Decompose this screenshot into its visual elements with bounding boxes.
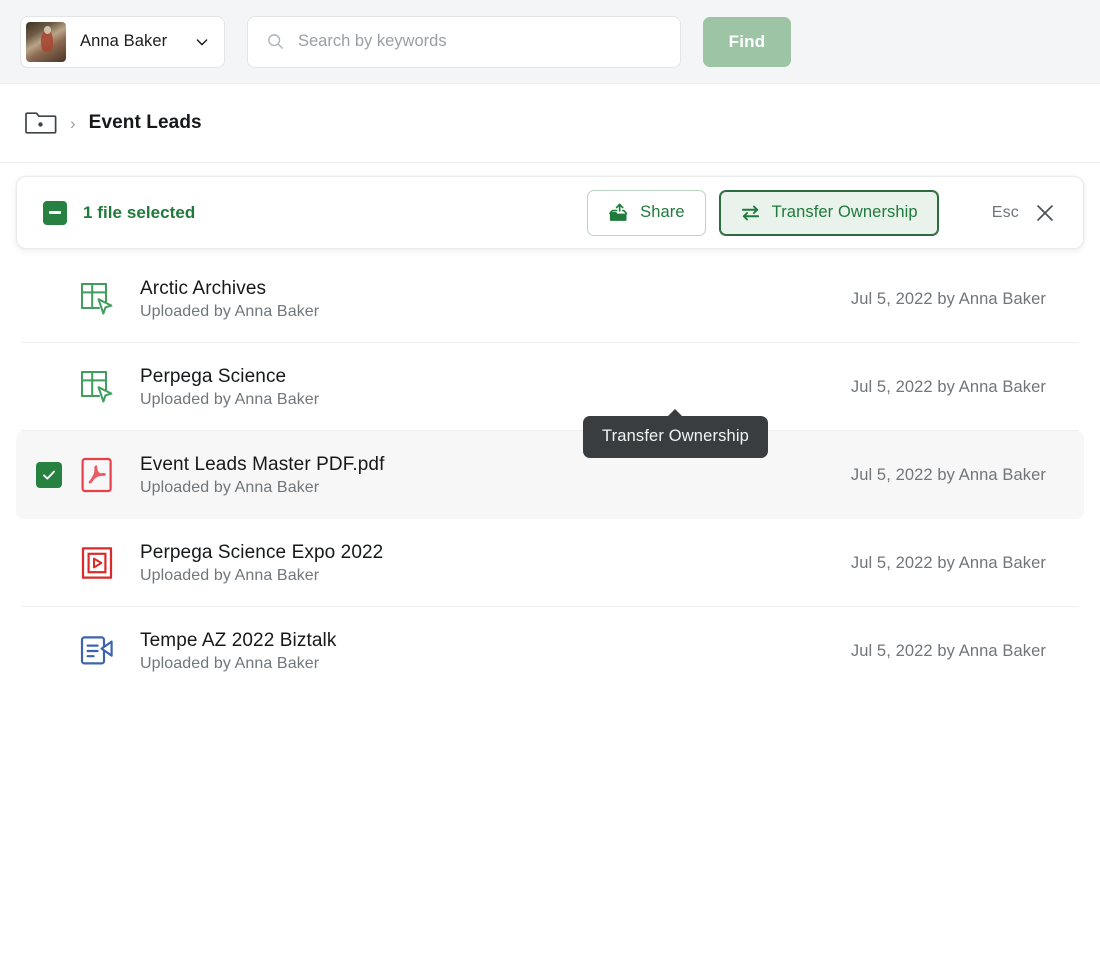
file-uploader: Uploaded by Anna Baker — [140, 567, 383, 585]
file-name: Tempe AZ 2022 Biztalk — [140, 630, 336, 652]
pdf-file-icon — [76, 456, 118, 494]
file-row[interactable]: Perpega Science Uploaded by Anna Baker Jul… — [16, 343, 1084, 431]
search-input[interactable] — [298, 17, 662, 67]
chevron-down-icon — [194, 34, 210, 50]
folder-icon[interactable] — [25, 109, 57, 137]
page-title: Event Leads — [89, 112, 202, 134]
indeterminate-checkbox-icon[interactable] — [43, 201, 67, 225]
selection-action-bar: 1 file selected Share — [16, 176, 1084, 249]
file-select-checkbox[interactable] — [36, 462, 62, 488]
action-button-group: Share Transfer Ownership Esc — [587, 190, 1061, 236]
file-row[interactable]: Perpega Science Expo 2022 Uploaded by Ann… — [16, 519, 1084, 607]
file-date: Jul 5, 2022 by Anna Baker — [851, 642, 1046, 661]
file-name: Perpega Science — [140, 366, 319, 388]
breadcrumb-separator: › — [70, 115, 76, 132]
close-icon[interactable] — [1033, 201, 1057, 225]
file-meta: Arctic Archives Uploaded by Anna Baker — [140, 278, 319, 321]
file-row[interactable]: Arctic Archives Uploaded by Anna Baker Jul… — [16, 255, 1084, 343]
file-select-checkbox[interactable] — [36, 286, 62, 312]
esc-label: Esc — [992, 204, 1019, 222]
spreadsheet-cursor-icon — [76, 280, 118, 318]
file-select-checkbox[interactable] — [36, 638, 62, 664]
file-meta: Perpega Science Uploaded by Anna Baker — [140, 366, 319, 409]
spreadsheet-cursor-icon — [76, 368, 118, 406]
file-list: Arctic Archives Uploaded by Anna Baker Jul… — [0, 249, 1100, 695]
share-button-label: Share — [640, 203, 685, 222]
find-button[interactable]: Find — [703, 17, 791, 67]
user-name-label: Anna Baker — [80, 32, 167, 51]
file-name: Arctic Archives — [140, 278, 319, 300]
breadcrumb: › Event Leads — [0, 84, 1100, 163]
file-uploader: Uploaded by Anna Baker — [140, 391, 319, 409]
selection-count-label: 1 file selected — [83, 203, 195, 223]
file-meta: Perpega Science Expo 2022 Uploaded by Ann… — [140, 542, 383, 585]
search-icon — [266, 32, 285, 51]
transfer-arrows-icon — [740, 203, 761, 223]
share-button[interactable]: Share — [587, 190, 706, 236]
file-uploader: Uploaded by Anna Baker — [140, 303, 319, 321]
search-box[interactable] — [247, 16, 681, 68]
video-file-icon — [76, 544, 118, 582]
share-icon — [608, 203, 629, 223]
file-date: Jul 5, 2022 by Anna Baker — [851, 466, 1046, 485]
file-uploader: Uploaded by Anna Baker — [140, 479, 384, 497]
file-uploader: Uploaded by Anna Baker — [140, 655, 336, 673]
user-avatar-photo — [26, 22, 66, 62]
transfer-ownership-button-label: Transfer Ownership — [772, 203, 918, 222]
file-date: Jul 5, 2022 by Anna Baker — [851, 290, 1046, 309]
top-bar: Anna Baker Find — [0, 0, 1100, 84]
file-name: Event Leads Master PDF.pdf — [140, 454, 384, 476]
file-manager-app: Anna Baker Find › — [0, 0, 1100, 966]
escape-close-group[interactable]: Esc — [992, 201, 1061, 225]
transfer-ownership-button[interactable]: Transfer Ownership — [719, 190, 939, 236]
file-date: Jul 5, 2022 by Anna Baker — [851, 554, 1046, 573]
document-file-icon — [76, 632, 118, 670]
transfer-ownership-tooltip: Transfer Ownership — [583, 416, 768, 458]
action-bar-zone: 1 file selected Share — [0, 163, 1100, 249]
file-name: Perpega Science Expo 2022 — [140, 542, 383, 564]
file-select-checkbox[interactable] — [36, 374, 62, 400]
user-account-selector[interactable]: Anna Baker — [20, 16, 225, 68]
file-meta: Tempe AZ 2022 Biztalk Uploaded by Anna Ba… — [140, 630, 336, 673]
file-date: Jul 5, 2022 by Anna Baker — [851, 378, 1046, 397]
file-select-checkbox[interactable] — [36, 550, 62, 576]
file-meta: Event Leads Master PDF.pdf Uploaded by An… — [140, 454, 384, 497]
file-row[interactable]: Event Leads Master PDF.pdf Uploaded by An… — [16, 431, 1084, 519]
file-row[interactable]: Tempe AZ 2022 Biztalk Uploaded by Anna Ba… — [16, 607, 1084, 695]
